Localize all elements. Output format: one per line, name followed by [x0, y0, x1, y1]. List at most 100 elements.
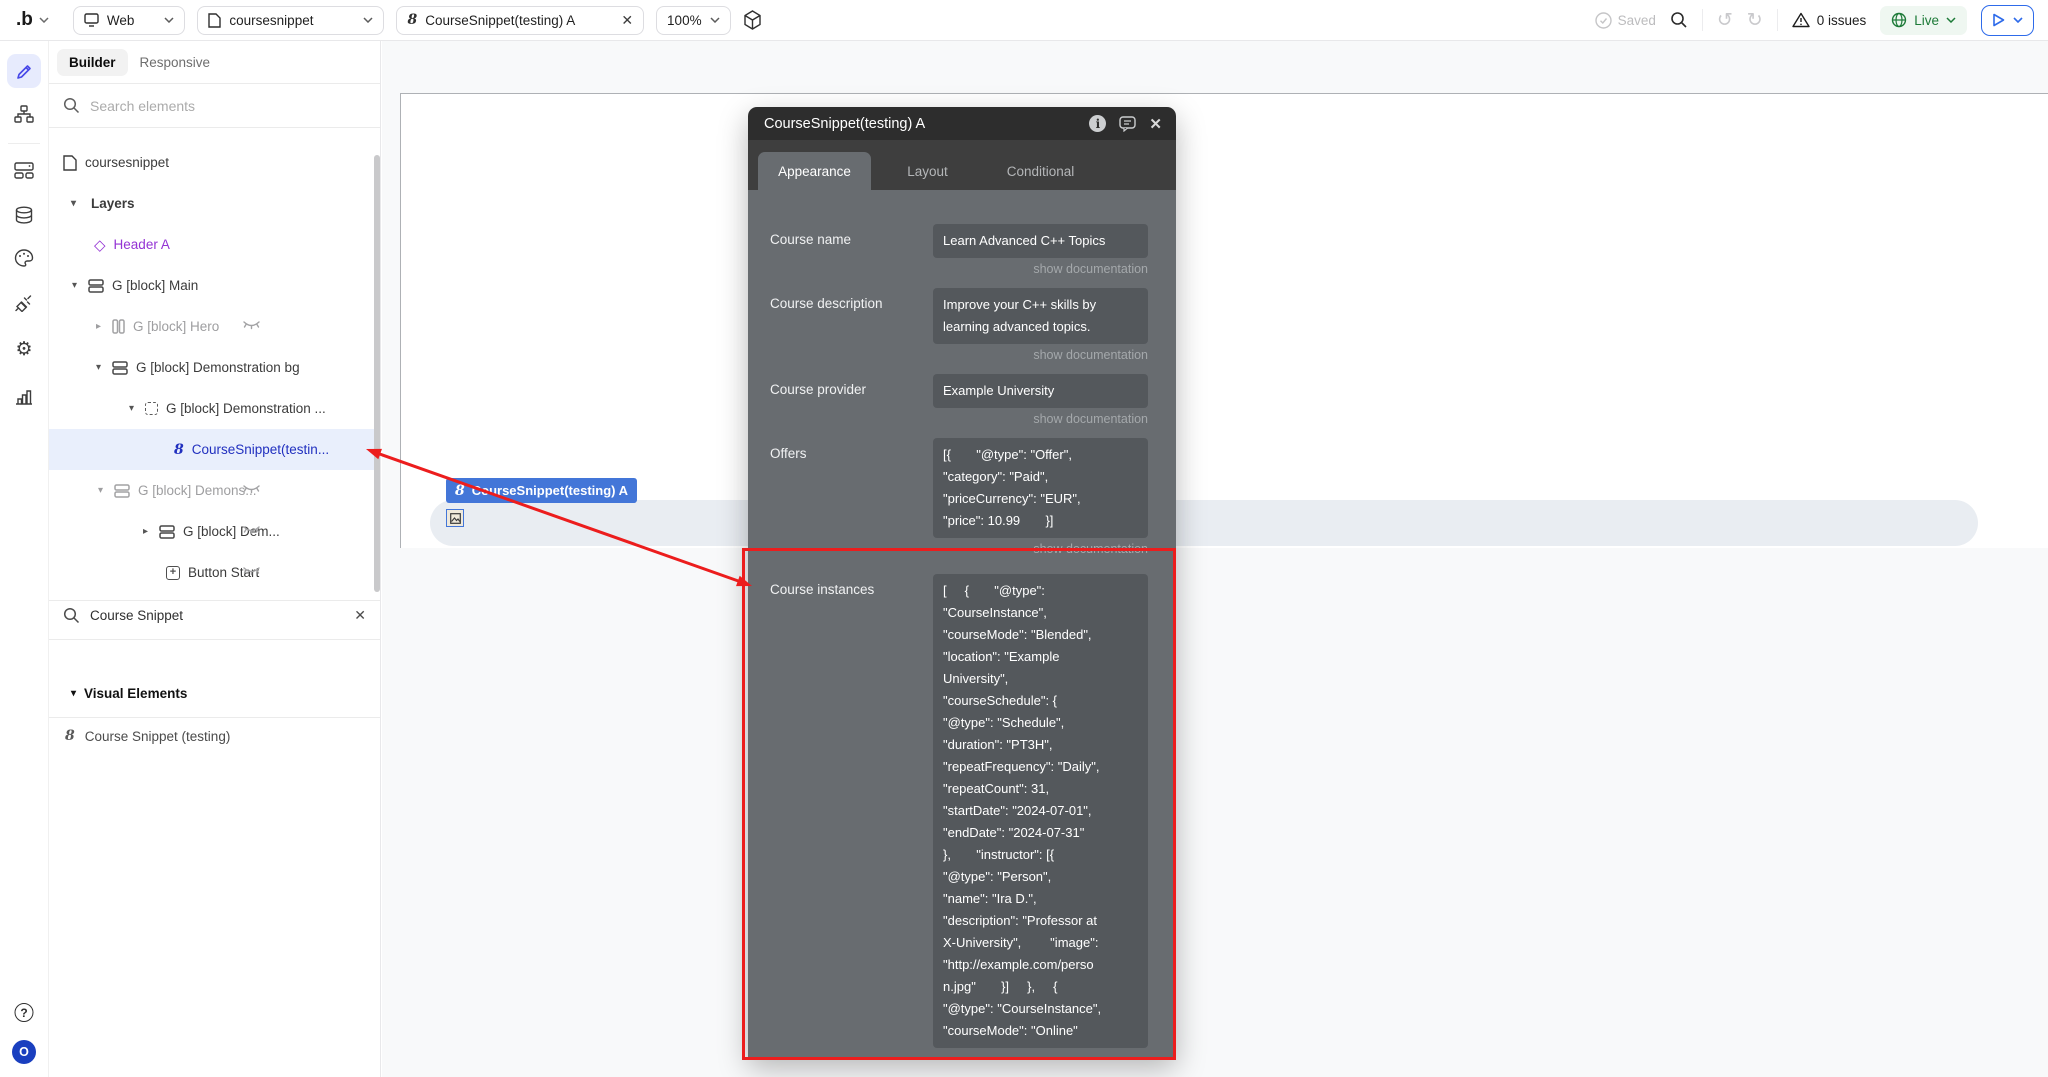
selected-element-badge[interactable]: 8 CourseSnippet(testing) A: [446, 478, 637, 503]
search-icon[interactable]: [1670, 11, 1688, 29]
tab-appearance[interactable]: Appearance: [758, 152, 871, 190]
field-course-provider: Course provider Example University show …: [770, 374, 1148, 438]
search-elements-row: [49, 84, 380, 127]
tab-builder[interactable]: Builder: [57, 48, 128, 76]
course-name-input[interactable]: Learn Advanced C++ Topics: [933, 224, 1148, 258]
search-elements-input[interactable]: [90, 97, 366, 114]
chevron-down-icon: [363, 17, 373, 23]
left-icon-strip: ⚙ ? O: [0, 41, 48, 1077]
page-selector[interactable]: coursesnippet: [197, 5, 385, 35]
field-label: Course provider: [770, 382, 867, 397]
canvas-area: 8 CourseSnippet(testing) A: [382, 41, 2048, 1077]
settings-button[interactable]: ⚙: [15, 338, 32, 360]
tree-item-hero[interactable]: ▸ G [block] Hero: [49, 306, 380, 347]
collapse-triangle-icon[interactable]: ▾: [98, 485, 110, 496]
data-button[interactable]: [15, 206, 34, 225]
gear-icon: ⚙: [15, 338, 33, 360]
play-icon: [1993, 13, 2005, 27]
tree-item-layers[interactable]: ▾ Layers: [49, 183, 380, 224]
show-documentation-link[interactable]: show documentation: [933, 348, 1148, 362]
app-logo-menu[interactable]: .b: [16, 9, 49, 31]
chevron-down-icon: [2013, 17, 2023, 23]
tree-item-page[interactable]: coursesnippet: [49, 142, 380, 183]
workspace-label: Web: [106, 12, 135, 28]
pencil-icon: [16, 64, 31, 79]
snippet-icon: 8: [65, 728, 75, 744]
models-button[interactable]: [14, 162, 34, 179]
tree-item-main[interactable]: ▾ G [block] Main: [49, 265, 380, 306]
block-stack-icon: [159, 524, 175, 539]
tree-item-button-start[interactable]: + Button Start: [49, 552, 380, 593]
tree-item-header-a[interactable]: ◇ Header A: [49, 224, 380, 265]
tree-item-dem[interactable]: ▸ G [block] Dem...: [49, 511, 380, 552]
builder-editor: .b Web coursesnippet 8 CourseSnippet(tes…: [0, 0, 2048, 1077]
inspector-tabs: Appearance Layout Conditional: [748, 140, 1176, 190]
inspector-body: Course name Learn Advanced C++ Topics sh…: [748, 190, 1176, 1058]
issues-indicator[interactable]: 0 issues: [1792, 12, 1866, 28]
layers-panel: Builder Responsive coursesnippet ▾ Layer…: [48, 41, 381, 1077]
integrations-button[interactable]: [15, 293, 34, 312]
eye-closed-icon[interactable]: [243, 566, 260, 577]
workspace-selector[interactable]: Web: [72, 5, 186, 35]
structure-button[interactable]: [14, 105, 34, 124]
info-icon[interactable]: i: [1089, 115, 1107, 132]
user-avatar[interactable]: O: [12, 1040, 36, 1064]
expand-triangle-icon[interactable]: ▸: [143, 526, 155, 537]
top-toolbar: .b Web coursesnippet 8 CourseSnippet(tes…: [0, 0, 2048, 41]
cube-icon[interactable]: [743, 10, 762, 30]
clear-search-icon[interactable]: ✕: [354, 607, 366, 624]
avatar: O: [12, 1040, 36, 1064]
zoom-selector[interactable]: 100%: [656, 5, 731, 35]
show-documentation-link[interactable]: show documentation: [933, 262, 1148, 276]
edit-mode-button[interactable]: [7, 54, 41, 88]
course-provider-input[interactable]: Example University: [933, 374, 1148, 408]
offers-input[interactable]: [{ "@type": "Offer", "category": "Paid",…: [933, 438, 1148, 538]
tab-conditional[interactable]: Conditional: [984, 152, 1097, 190]
tree-scrollbar[interactable]: [374, 155, 380, 592]
visual-elements-section[interactable]: ▾ Visual Elements: [49, 671, 380, 715]
component-search-value[interactable]: Course Snippet: [90, 608, 183, 623]
file-icon: [208, 12, 222, 28]
field-course-description: Course description Improve your C++ skil…: [770, 288, 1148, 374]
question-icon: ?: [14, 1003, 34, 1022]
tree-item-demons[interactable]: ▾ G [block] Demons...: [49, 470, 380, 511]
collapse-triangle-icon[interactable]: ▾: [72, 280, 84, 291]
show-documentation-link[interactable]: show documentation: [933, 412, 1148, 426]
close-icon[interactable]: ✕: [1149, 115, 1162, 133]
open-component-tab[interactable]: 8 CourseSnippet(testing) A ✕: [396, 5, 645, 35]
close-tab-icon[interactable]: ✕: [621, 12, 633, 29]
preview-button[interactable]: [1981, 4, 2034, 36]
component-result-item[interactable]: 8 Course Snippet (testing): [49, 715, 380, 757]
tree-item-coursesnippet-selected[interactable]: 8 CourseSnippet(testin...: [49, 429, 380, 470]
tab-layout[interactable]: Layout: [871, 152, 984, 190]
show-documentation-link[interactable]: show documentation: [933, 542, 1148, 556]
course-description-input[interactable]: Improve your C++ skills by learning adva…: [933, 288, 1148, 344]
expand-triangle-icon[interactable]: ▸: [96, 321, 108, 332]
tree-item-demonstration[interactable]: ▾ G [block] Demonstration ...: [49, 388, 380, 429]
collapse-triangle-icon[interactable]: ▾: [129, 403, 141, 414]
tab-responsive[interactable]: Responsive: [128, 49, 223, 76]
help-button[interactable]: ?: [14, 1003, 34, 1022]
eye-closed-icon[interactable]: [243, 525, 260, 536]
check-circle-icon: [1594, 11, 1612, 29]
environment-selector[interactable]: Live: [1880, 5, 1967, 35]
broken-image-icon: [446, 509, 464, 527]
design-button[interactable]: [14, 249, 34, 267]
tree-item-demonstration-bg[interactable]: ▾ G [block] Demonstration bg: [49, 347, 380, 388]
comment-icon[interactable]: [1119, 115, 1137, 132]
collapse-triangle-icon[interactable]: ▾: [71, 198, 83, 209]
dashed-box-icon: [145, 402, 158, 415]
palette-icon: [14, 249, 34, 267]
eye-closed-icon[interactable]: [243, 484, 260, 495]
undo-button[interactable]: ↺: [1717, 10, 1733, 30]
bar-chart-icon: [16, 390, 32, 405]
redo-button[interactable]: ↻: [1747, 10, 1763, 30]
selected-element-region[interactable]: [430, 500, 1978, 546]
collapse-triangle-icon[interactable]: ▾: [96, 362, 108, 373]
inspector-header[interactable]: CourseSnippet(testing) A i ✕: [748, 107, 1176, 140]
eye-closed-icon[interactable]: [243, 320, 260, 331]
component-options-panel: CourseSnippet(testing) A i ✕ Appearance …: [748, 107, 1176, 1058]
insights-button[interactable]: [15, 388, 33, 405]
inspector-title: CourseSnippet(testing) A: [764, 115, 926, 132]
course-instances-input[interactable]: [ { "@type": "CourseInstance", "courseMo…: [933, 574, 1148, 1048]
